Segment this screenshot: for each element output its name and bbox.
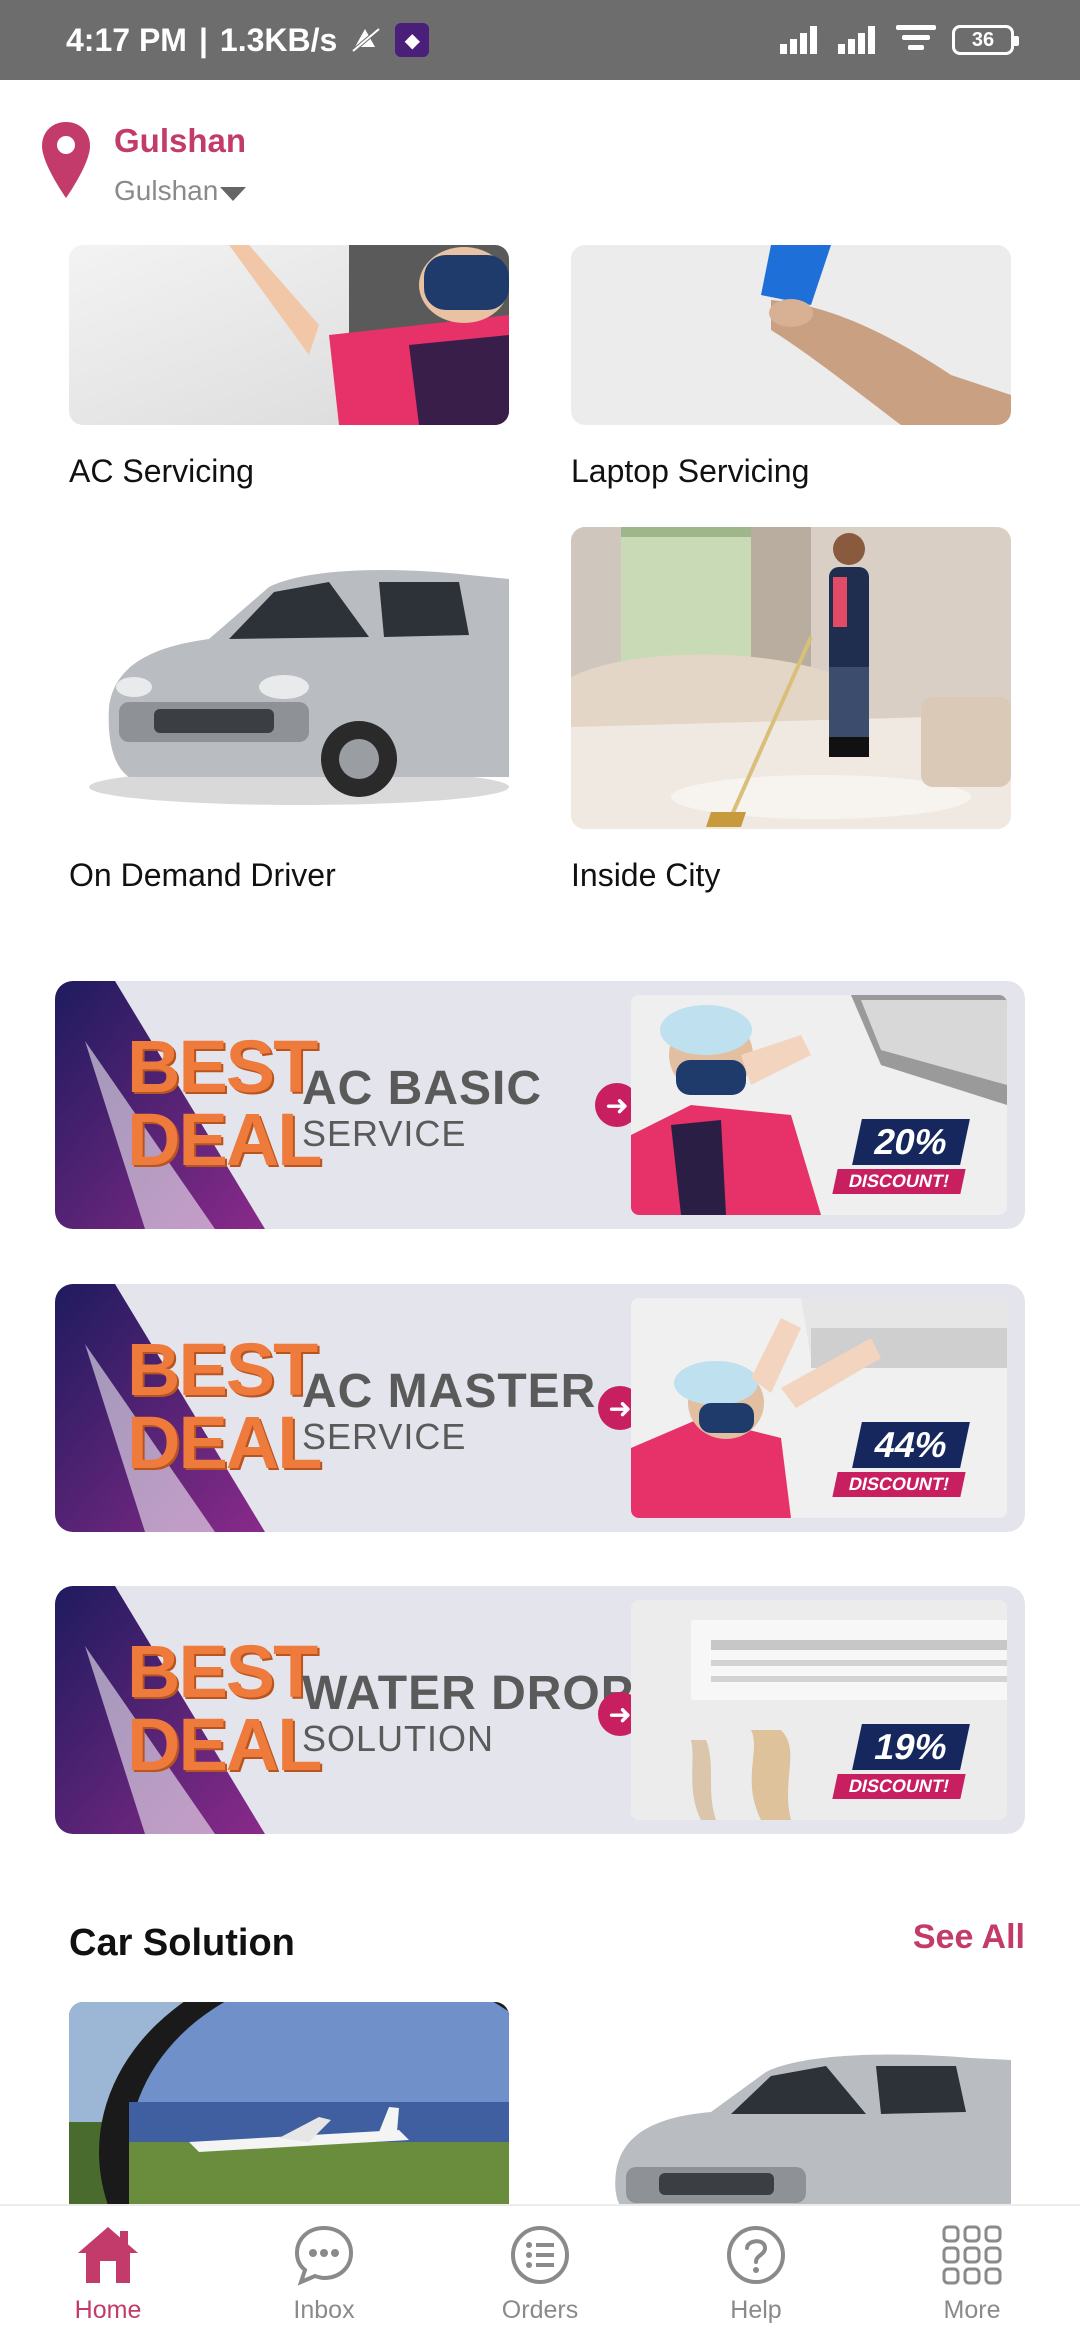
status-speed: 1.3KB/s [219,21,338,58]
nav-more[interactable]: More [864,2206,1080,2340]
nav-inbox[interactable]: Inbox [216,2206,432,2340]
best-text: BEST [127,1630,318,1713]
service-tile-laptop[interactable]: Laptop Servicing [571,245,1011,490]
home-icon [75,2222,141,2288]
car-tile-airport[interactable] [69,2002,509,2205]
nav-label: More [943,2296,1001,2324]
on-demand-driver-image [69,527,509,829]
signal-icon-1 [780,26,817,54]
car-sedan-image [571,2002,1011,2205]
car-airport-image [69,2002,509,2205]
status-bar: 4:17 PM | 1.3KB/s ◆ 36 [0,0,1080,80]
nav-help[interactable]: Help [648,2206,864,2340]
discount-badge: 19% DISCOUNT! [817,1724,997,1808]
mute-icon [351,27,381,53]
section-title-car-solution: Car Solution [69,1922,295,1964]
deal-banner-ac-basic[interactable]: BEST DEAL AC BASIC SERVICE ➜ 20% DISCOUN… [55,981,1025,1229]
banner-title: AC MASTER [302,1365,597,1418]
laptop-servicing-image [571,245,1011,425]
service-label: On Demand Driver [69,857,336,893]
location-title: Gulshan [114,122,247,159]
banner-title: AC BASIC [302,1062,543,1115]
location-selector[interactable]: Gulshan [114,175,247,207]
service-tile-ac[interactable]: AC Servicing [69,245,509,490]
app-notification-icon: ◆ [395,23,430,57]
inside-city-image [571,527,1011,829]
car-tile-sedan[interactable] [571,2002,1011,2205]
grid-icon [939,2222,1005,2288]
service-label: Laptop Servicing [571,453,810,489]
chevron-down-icon [220,187,247,201]
wifi-icon [896,25,936,50]
best-text: BEST [127,1025,318,1108]
status-right: 36 [780,25,1019,55]
status-time: 4:17 PM [66,21,187,58]
nav-label: Inbox [293,2296,355,2324]
banner-subtitle: SERVICE [302,1113,467,1154]
battery-level: 36 [971,28,995,51]
status-separator: | [198,21,208,58]
list-icon [507,2222,573,2288]
banner-photo: 20% DISCOUNT! [631,995,1007,1215]
service-label: AC Servicing [69,453,254,489]
nav-home[interactable]: Home [0,2206,216,2340]
best-deal-logo: BEST DEAL [127,1025,322,1181]
banner-subtitle: SERVICE [302,1416,467,1457]
see-all-link[interactable]: See All [913,1918,1025,1957]
deal-text: DEAL [127,1702,322,1786]
location-pin-icon [42,122,90,198]
discount-label: DISCOUNT! [832,1472,966,1497]
status-left: 4:17 PM | 1.3KB/s ◆ [66,21,430,59]
service-label: Inside City [571,857,721,893]
banner-photo: 19% DISCOUNT! [631,1600,1007,1820]
help-icon [723,2222,789,2288]
best-text: BEST [127,1328,318,1411]
deal-banner-water-drop[interactable]: BEST DEAL WATER DROP SOLUTION ➜ 19% DISC… [55,1586,1025,1834]
service-tile-driver[interactable]: On Demand Driver [69,527,509,894]
discount-badge: 20% DISCOUNT! [817,1119,997,1203]
battery-icon: 36 [952,25,1019,55]
banner-photo: 44% DISCOUNT! [631,1298,1007,1518]
banner-title: WATER DROP [302,1667,634,1720]
nav-label: Home [74,2296,142,2324]
home-content[interactable]: AC Servicing Laptop Servicing On Demand … [0,245,1080,2205]
signal-icon-2 [838,26,875,54]
deal-text: DEAL [127,1097,322,1181]
discount-badge: 44% DISCOUNT! [817,1422,997,1506]
deal-text: DEAL [127,1400,322,1484]
banner-subtitle: SOLUTION [302,1718,495,1759]
bottom-navigation: Home Inbox Orders Help More [0,2204,1080,2340]
discount-label: DISCOUNT! [832,1774,966,1799]
app-screen: 4:17 PM | 1.3KB/s ◆ 36 Gulshan Gulshan A… [0,0,1080,2340]
discount-label: DISCOUNT! [832,1169,966,1194]
location-header[interactable]: Gulshan Gulshan [0,80,1080,245]
service-tile-inside-city[interactable]: Inside City [571,527,1011,894]
chat-icon [291,2222,357,2288]
nav-label: Help [730,2296,782,2324]
discount-percent: 44% [852,1422,970,1468]
location-subtitle: Gulshan [114,175,219,206]
best-deal-logo: BEST DEAL [127,1630,322,1786]
ac-servicing-image [69,245,509,425]
nav-label: Orders [501,2296,579,2324]
nav-orders[interactable]: Orders [432,2206,648,2340]
discount-percent: 19% [852,1724,970,1770]
discount-percent: 20% [852,1119,970,1165]
best-deal-logo: BEST DEAL [127,1328,322,1484]
deal-banner-ac-master[interactable]: BEST DEAL AC MASTER SERVICE ➜ 44% DISCOU… [55,1284,1025,1532]
